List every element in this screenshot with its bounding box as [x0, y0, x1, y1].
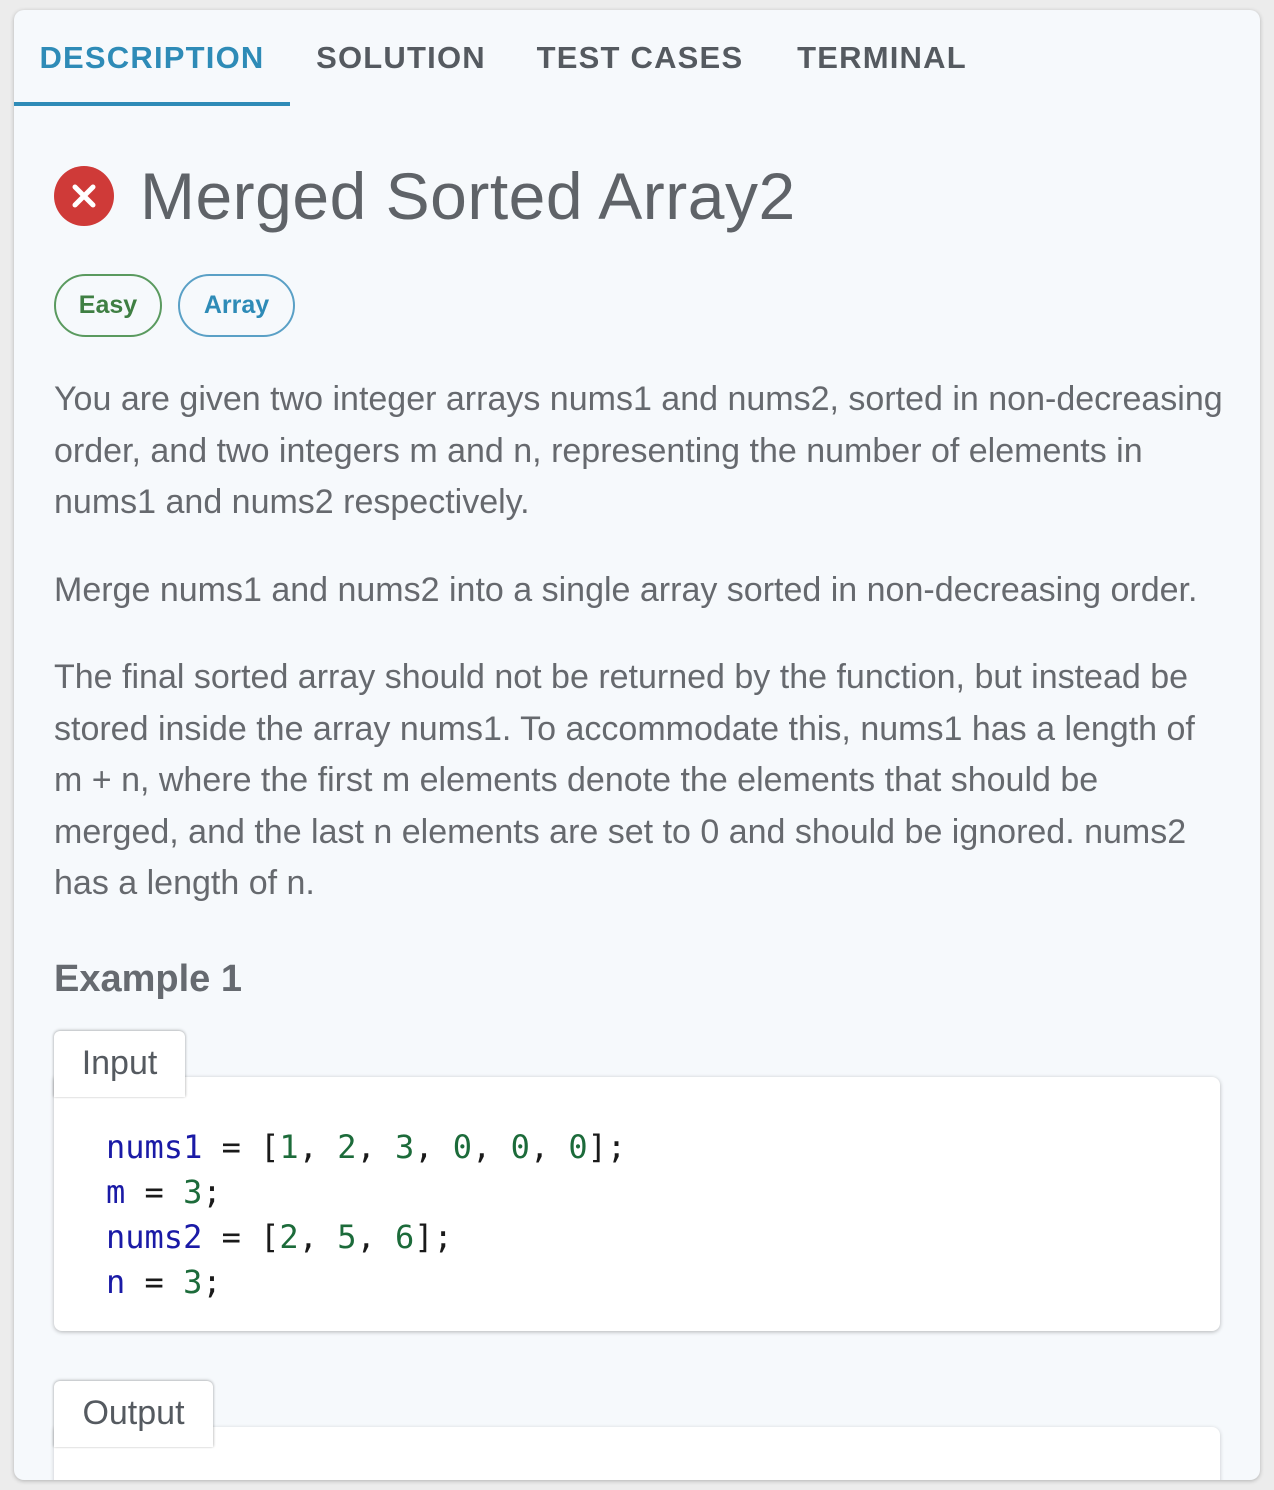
tab-solution[interactable]: SOLUTION	[290, 10, 512, 106]
code-line: nums1 = [1, 2, 3, 0, 0, 0];	[106, 1127, 627, 1166]
code-variable: nums2	[106, 1217, 203, 1256]
input-code-block: nums1 = [1, 2, 3, 0, 0, 0]; m = 3; nums2 =…	[54, 1076, 1220, 1331]
example-heading: Example 1	[54, 957, 242, 1000]
description-paragraph: Merge nums1 and nums2 into a single arra…	[54, 570, 1198, 609]
code-number: 2	[279, 1217, 299, 1256]
title-row: Merged Sorted Array2	[54, 158, 1260, 234]
code-number: 0	[510, 1127, 530, 1166]
code-number: 2	[337, 1127, 357, 1166]
description-panel: Merged Sorted Array2 Easy Array You are …	[14, 158, 1260, 1480]
description-paragraph: You are given two integer arrays nums1 a…	[54, 380, 1223, 521]
code-line: nums2 = [2, 5, 6];	[106, 1217, 453, 1256]
code-number: 6	[394, 1217, 415, 1256]
code-number: 5	[337, 1217, 357, 1256]
code-variable: m	[106, 1172, 126, 1211]
tab-description[interactable]: DESCRIPTION	[14, 10, 290, 106]
description-paragraph: The final sorted array should not be ret…	[54, 658, 1195, 902]
error-x-circle-icon	[54, 166, 114, 226]
problem-card: DESCRIPTION SOLUTION TEST CASES TERMINAL…	[14, 10, 1260, 1480]
tab-test-cases[interactable]: TEST CASES	[512, 10, 768, 106]
code-number: 3	[183, 1262, 203, 1301]
code-number: 0	[568, 1127, 588, 1166]
code-number: 0	[452, 1127, 473, 1166]
tag-chips: Easy Array	[54, 274, 1260, 337]
output-code-block	[54, 1426, 1220, 1480]
code-line: m = 3;	[106, 1172, 222, 1211]
tab-bar: DESCRIPTION SOLUTION TEST CASES TERMINAL	[14, 10, 1260, 106]
code-variable: n	[106, 1262, 126, 1301]
difficulty-chip[interactable]: Easy	[54, 274, 162, 337]
code-number: 3	[394, 1127, 415, 1166]
active-tab-indicator	[14, 102, 290, 106]
tab-terminal[interactable]: TERMINAL	[768, 10, 996, 106]
code-number: 1	[279, 1127, 299, 1166]
code-line: n = 3;	[106, 1262, 222, 1301]
problem-title: Merged Sorted Array2	[140, 159, 796, 233]
topic-chip-array[interactable]: Array	[178, 274, 295, 337]
input-tab-label: Input	[54, 1030, 185, 1097]
output-tab-label: Output	[54, 1380, 213, 1447]
code-number: 3	[183, 1172, 203, 1211]
code-variable: nums1	[106, 1127, 203, 1166]
